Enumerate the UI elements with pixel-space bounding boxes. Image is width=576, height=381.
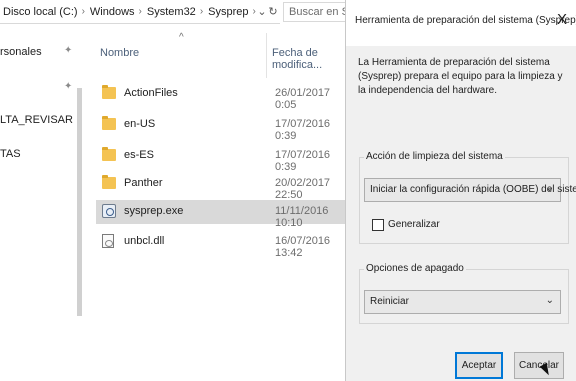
address-bar[interactable]: Disco local (C:) › Windows › System32 › …	[0, 0, 280, 24]
shutdown-options-select[interactable]: Reiniciar ⌄	[364, 290, 561, 314]
file-row-actionfiles[interactable]: ActionFiles 26/01/2017 0:05	[96, 82, 348, 111]
file-row-unbcl-dll[interactable]: unbcl.dll 16/07/2016 13:42	[96, 230, 348, 259]
shutdown-options-label: Opciones de apagado	[364, 263, 466, 274]
file-name: ActionFiles	[124, 87, 178, 99]
accept-button[interactable]: Aceptar	[455, 352, 503, 379]
dll-file-icon	[102, 234, 116, 248]
file-date: 17/07/2016 0:39	[275, 118, 331, 142]
generalize-checkbox[interactable]	[372, 219, 384, 231]
search-input[interactable]: Buscar en Sysprep	[283, 2, 353, 22]
file-row-es-es[interactable]: es-ES 17/07/2016 0:39	[96, 144, 348, 173]
dialog-title: Herramienta de preparación del sistema (…	[355, 15, 576, 26]
refresh-icon[interactable]: ↻	[266, 3, 280, 21]
chevron-right-icon[interactable]: ›	[80, 6, 87, 17]
dialog-description: La Herramienta de preparación del sistem…	[358, 57, 563, 96]
application-icon	[102, 204, 116, 218]
folder-icon	[102, 85, 116, 100]
chevron-down-icon[interactable]: ⌄	[546, 183, 554, 194]
breadcrumb-system32[interactable]: System32	[144, 6, 198, 18]
nav-item-tas[interactable]: TAS	[0, 148, 21, 160]
navigation-pane: rsonales ✦ ✦ LTA_REVISAR TAS	[0, 25, 82, 381]
breadcrumb-sysprep[interactable]: Sysprep	[205, 6, 250, 18]
file-name: sysprep.exe	[124, 205, 184, 217]
pin-icon[interactable]: ✦	[64, 81, 74, 92]
file-date: 17/07/2016 0:39	[275, 149, 331, 173]
pin-icon[interactable]: ✦	[64, 45, 74, 56]
nav-item-personales[interactable]: rsonales	[0, 46, 42, 58]
chevron-right-icon[interactable]: ›	[137, 6, 144, 17]
file-name: Panther	[124, 177, 163, 189]
file-date: 26/01/2017 0:05	[275, 87, 331, 111]
column-header-date[interactable]: Fecha de modifica...	[272, 47, 346, 71]
cleanup-action-label: Acción de limpieza del sistema	[364, 151, 505, 162]
file-date: 11/11/2016 10:10	[275, 205, 329, 229]
breadcrumb-disco-local[interactable]: Disco local (C:)	[0, 6, 80, 18]
nav-scrollbar[interactable]	[76, 64, 84, 316]
generalize-label[interactable]: Generalizar	[388, 219, 440, 230]
file-date: 16/07/2016 13:42	[275, 235, 331, 259]
cleanup-action-select[interactable]: Iniciar la configuración rápida (OOBE) d…	[364, 178, 576, 202]
file-date: 20/02/2017 22:50	[275, 177, 331, 201]
cleanup-action-group: Acción de limpieza del sistema Iniciar l…	[359, 151, 576, 244]
breadcrumb-windows[interactable]: Windows	[87, 6, 137, 18]
sort-ascending-icon: ^	[179, 32, 184, 43]
file-name: unbcl.dll	[124, 235, 165, 247]
folder-icon	[102, 147, 116, 162]
shutdown-options-group: Opciones de apagado Reiniciar ⌄	[359, 263, 569, 324]
nav-item-falta-revisar[interactable]: LTA_REVISAR	[0, 114, 73, 126]
chevron-down-icon[interactable]: ⌄	[546, 295, 554, 306]
column-divider[interactable]	[266, 33, 267, 78]
sysprep-dialog: Herramienta de preparación del sistema (…	[345, 0, 576, 381]
chevron-right-icon[interactable]: ›	[198, 6, 205, 17]
file-row-en-us[interactable]: en-US 17/07/2016 0:39	[96, 113, 348, 142]
file-row-panther[interactable]: Panther 20/02/2017 22:50	[96, 172, 348, 201]
folder-icon	[102, 116, 116, 131]
file-name: en-US	[124, 118, 156, 130]
folder-icon	[102, 175, 116, 190]
close-button[interactable]: X	[553, 11, 571, 29]
file-row-sysprep-exe[interactable]: sysprep.exe 11/11/2016 10:10	[96, 200, 348, 229]
dialog-titlebar[interactable]: Herramienta de preparación del sistema (…	[346, 0, 576, 46]
file-name: es-ES	[124, 149, 154, 161]
column-header-name[interactable]: Nombre	[100, 47, 139, 59]
shutdown-options-value: Reiniciar	[370, 296, 409, 307]
scrollbar-thumb[interactable]	[77, 88, 82, 316]
file-list: ^ Nombre Fecha de modifica... ActionFile…	[88, 25, 348, 381]
